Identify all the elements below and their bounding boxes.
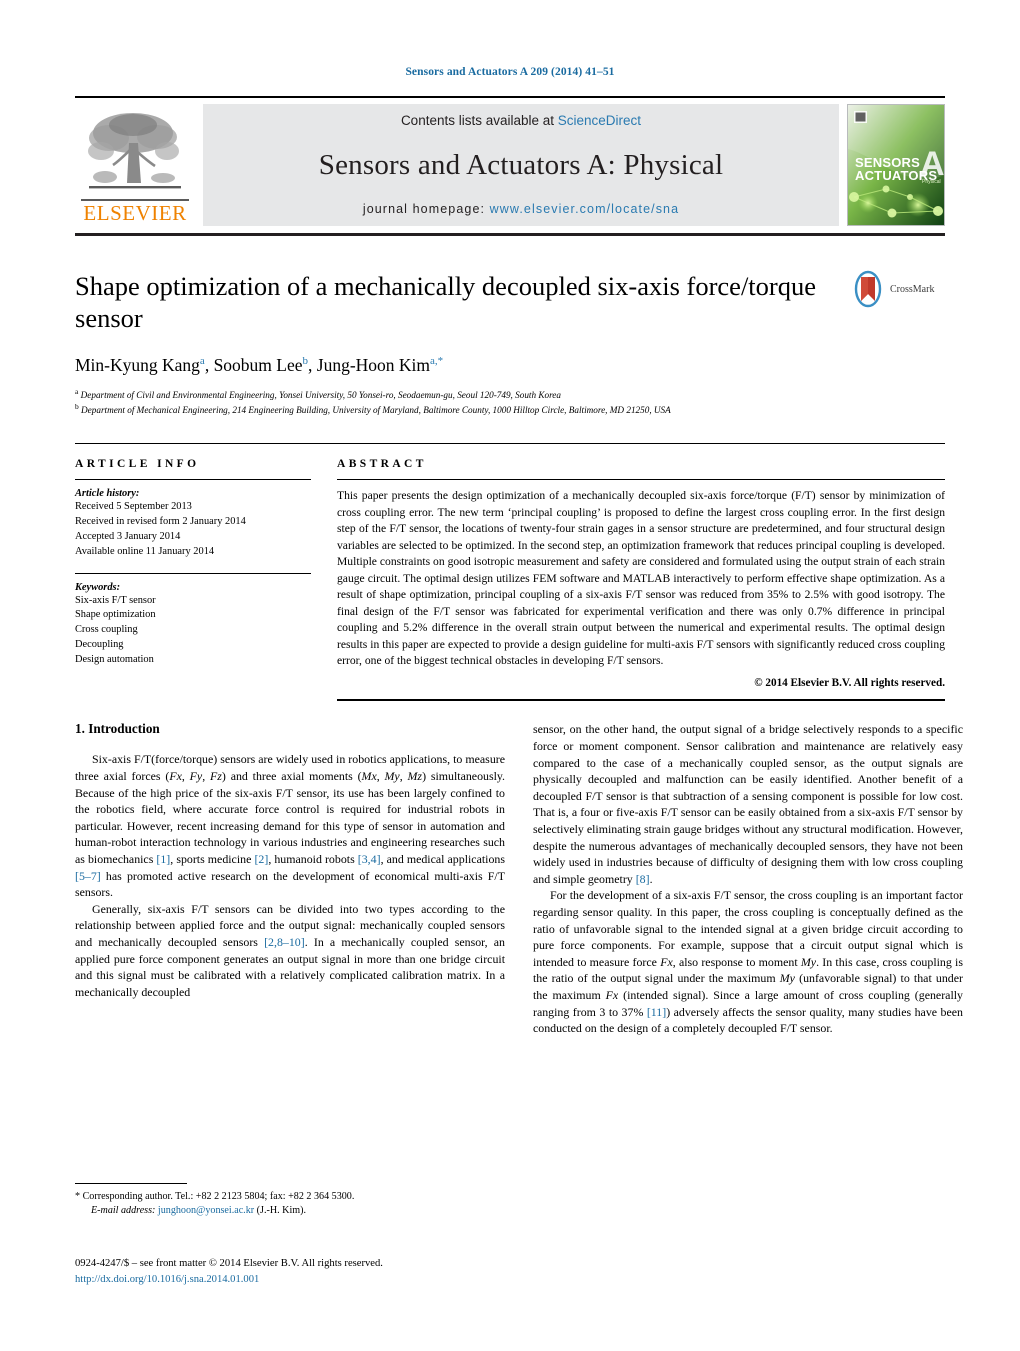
author-list: Min-Kyung Kanga, Soobum Leeb, Jung-Hoon … bbox=[75, 354, 444, 375]
abstract-text: This paper presents the design optimizat… bbox=[337, 489, 945, 667]
article-history-label: Article history: bbox=[75, 488, 140, 500]
contents-prefix: Contents lists available at bbox=[400, 113, 558, 128]
article-info-column: ARTICLE INFO Article history: Received 5… bbox=[75, 458, 311, 701]
article-info-heading: ARTICLE INFO bbox=[75, 458, 200, 471]
affiliation-b-marker: b bbox=[75, 402, 79, 412]
info-abstract-section: ARTICLE INFO Article history: Received 5… bbox=[75, 443, 945, 702]
crossmark-label: CrossMark bbox=[890, 283, 935, 295]
journal-homepage-link[interactable]: www.elsevier.com/locate/sna bbox=[490, 202, 680, 216]
history-item: Available online 11 January 2014 bbox=[75, 545, 215, 557]
body-left-column: 1. Introduction Six-axis F/T(force/torqu… bbox=[75, 721, 505, 1036]
affiliation-a-text: Department of Civil and Environmental En… bbox=[80, 389, 561, 400]
footnote-area: * Corresponding author. Tel.: +82 2 2123… bbox=[75, 1183, 505, 1219]
article-history-list: Received 5 September 2013 Received in re… bbox=[75, 500, 311, 559]
abstract-bottom-rule bbox=[337, 699, 945, 702]
journal-cover-image: SENSORS ACTUATORS A Physical bbox=[848, 105, 944, 225]
history-item: Received in revised form 2 January 2014 bbox=[75, 516, 246, 528]
email-label: E-mail address: bbox=[91, 1205, 156, 1217]
journal-band: Contents lists available at ScienceDirec… bbox=[203, 104, 839, 226]
journal-cover-thumbnail: SENSORS ACTUATORS A Physical bbox=[847, 104, 945, 226]
footnote-rule bbox=[75, 1183, 187, 1184]
email-note: E-mail address: junghoon@yonsei.ac.kr (J… bbox=[75, 1204, 505, 1218]
title-block: Shape optimization of a mechanically dec… bbox=[75, 270, 945, 417]
history-item: Received 5 September 2013 bbox=[75, 501, 192, 513]
body-right-column: sensor, on the other hand, the output si… bbox=[533, 721, 963, 1036]
crossmark-icon bbox=[854, 270, 882, 308]
elsevier-logo: ELSEVIER bbox=[75, 104, 195, 226]
affiliation-b: b Department of Mechanical Engineering, … bbox=[75, 402, 945, 417]
body-paragraph: Generally, six-axis F/T sensors can be d… bbox=[75, 901, 505, 999]
article-info-rule bbox=[75, 479, 311, 481]
paper-page: Sensors and Actuators A 209 (2014) 41–51 bbox=[0, 0, 1020, 1351]
issn-front-matter: 0924-4247/$ – see front matter © 2014 El… bbox=[75, 1258, 383, 1269]
body-paragraph: sensor, on the other hand, the output si… bbox=[533, 722, 963, 886]
keyword-list: Six-axis F/T sensor Shape optimization C… bbox=[75, 594, 311, 668]
body-paragraph: Six-axis F/T(force/torque) sensors are w… bbox=[75, 752, 506, 900]
email-suffix: (J.-H. Kim). bbox=[256, 1205, 306, 1217]
keywords-rule bbox=[75, 572, 311, 574]
history-item: Accepted 3 January 2014 bbox=[75, 531, 181, 542]
running-head: Sensors and Actuators A 209 (2014) 41–51 bbox=[405, 66, 615, 78]
abstract-heading: ABSTRACT bbox=[337, 458, 427, 471]
section-heading-introduction: 1. Introduction bbox=[75, 721, 160, 737]
svg-text:A: A bbox=[920, 145, 944, 183]
email-link[interactable]: junghoon@yonsei.ac.kr bbox=[158, 1205, 254, 1216]
keyword-item: Design automation bbox=[75, 653, 154, 665]
masthead-bottom-rule bbox=[75, 233, 945, 236]
crossmark-badge[interactable]: CrossMark bbox=[849, 270, 945, 308]
corresponding-author-note: * Corresponding author. Tel.: +82 2 2123… bbox=[75, 1191, 355, 1202]
affiliation-a: a Department of Civil and Environmental … bbox=[75, 387, 945, 402]
journal-title: Sensors and Actuators A: Physical bbox=[318, 148, 724, 181]
contents-available-line: Contents lists available at ScienceDirec… bbox=[401, 113, 641, 128]
body-columns: 1. Introduction Six-axis F/T(force/torqu… bbox=[75, 721, 963, 1036]
keyword-item: Decoupling bbox=[75, 638, 124, 650]
body-paragraph: For the development of a six-axis F/T se… bbox=[533, 888, 963, 1036]
abstract-rule bbox=[337, 479, 945, 481]
doi-link[interactable]: http://dx.doi.org/10.1016/j.sna.2014.01.… bbox=[75, 1272, 575, 1288]
keyword-item: Six-axis F/T sensor bbox=[75, 594, 156, 606]
abstract-column: ABSTRACT This paper presents the design … bbox=[337, 458, 945, 702]
elsevier-tree-icon bbox=[88, 112, 181, 189]
homepage-prefix: journal homepage: bbox=[362, 202, 490, 216]
abstract-copyright: © 2014 Elsevier B.V. All rights reserved… bbox=[754, 677, 945, 690]
affiliation-list: a Department of Civil and Environmental … bbox=[75, 387, 945, 418]
page-footer: 0924-4247/$ – see front matter © 2014 El… bbox=[75, 1256, 575, 1288]
sciencedirect-link[interactable]: ScienceDirect bbox=[558, 113, 641, 128]
journal-homepage-line: journal homepage: www.elsevier.com/locat… bbox=[363, 202, 679, 216]
affiliation-b-text: Department of Mechanical Engineering, 21… bbox=[81, 405, 671, 416]
keyword-item: Cross coupling bbox=[75, 624, 138, 636]
journal-masthead: ELSEVIER Contents lists available at Sci… bbox=[75, 96, 945, 236]
elsevier-wordmark: ELSEVIER bbox=[81, 198, 189, 224]
page-title: Shape optimization of a mechanically dec… bbox=[75, 271, 817, 334]
keyword-item: Shape optimization bbox=[75, 609, 156, 621]
keywords-label: Keywords: bbox=[75, 581, 121, 593]
svg-text:Physical: Physical bbox=[922, 179, 941, 185]
affiliation-a-marker: a bbox=[75, 386, 79, 396]
